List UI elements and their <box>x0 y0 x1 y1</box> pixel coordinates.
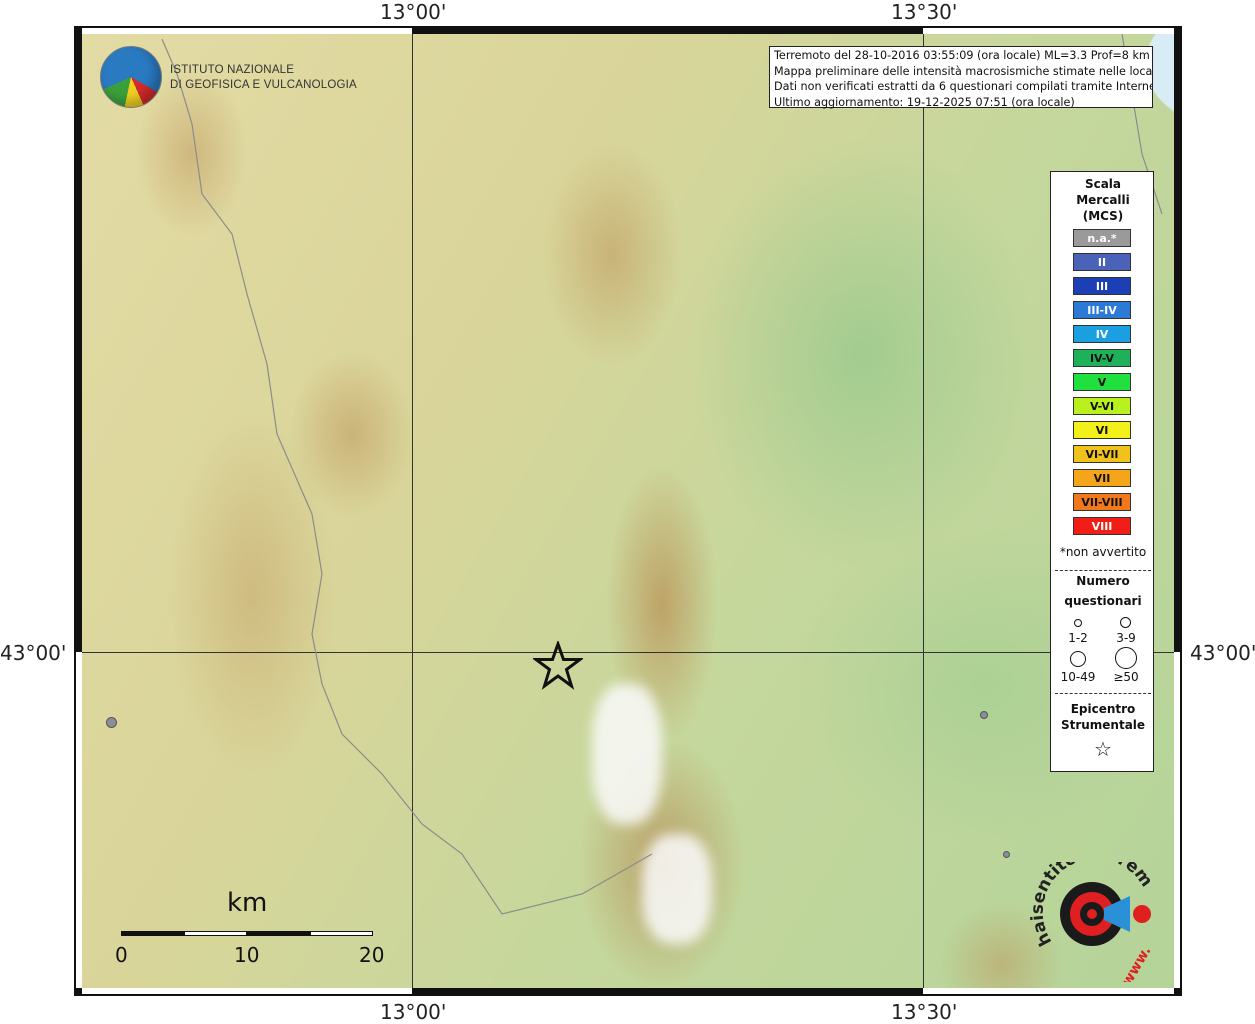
scalebar-segment <box>310 931 373 936</box>
legend-note: *non avvertito <box>1059 545 1147 559</box>
event-info-line-4: Ultimo aggiornamento: 19-12-2025 07:51 (… <box>774 95 1075 109</box>
frame-right-white-bottom <box>1174 652 1180 988</box>
coord-right-mid: 43°00' <box>1190 641 1255 665</box>
legend-epicenter-title-2: Strumentale <box>1060 718 1146 732</box>
epicenter-star-icon[interactable] <box>533 641 583 691</box>
hai-sentito-logo-graphic: haisentitoilterremoto.it www. <box>1024 844 1156 989</box>
scalebar-segment <box>247 931 310 936</box>
circle-size-1-2 <box>1074 619 1082 627</box>
hai-sentito-www: www. <box>1119 944 1154 982</box>
scalebar-tick-10: 10 <box>234 943 260 967</box>
legend-swatch: IV <box>1073 325 1131 343</box>
coord-bottom-left: 13°00' <box>380 1000 447 1024</box>
circle-size-50 <box>1115 647 1137 669</box>
event-info-line-1: Terremoto del 28-10-2016 03:55:09 (ora l… <box>774 49 1150 62</box>
scalebar-tick-0: 0 <box>115 943 128 967</box>
event-info-line-2: Mappa preliminare delle intensità macros… <box>774 64 1152 78</box>
legend-swatch: V <box>1073 373 1131 391</box>
scalebar-segment <box>121 931 184 936</box>
event-dot[interactable] <box>106 717 117 728</box>
coord-top-right: 13°30' <box>891 0 958 24</box>
frame-bottom-white-left <box>82 988 412 994</box>
scalebar-unit: km <box>227 888 268 918</box>
legend-swatch: n.a.* <box>1073 229 1131 247</box>
event-dot[interactable] <box>980 711 988 719</box>
coord-top-left: 13°00' <box>380 0 447 24</box>
legend-number-title-1: Numero <box>1076 574 1130 588</box>
logo-line-2: DI GEOFISICA E VULCANOLOGIA <box>170 79 357 91</box>
frame-bottom-white-right <box>923 988 1174 994</box>
logo-line-1: ISTITUTO NAZIONALE <box>170 64 295 76</box>
legend-swatch: V-VI <box>1073 397 1131 415</box>
scalebar-tick-20: 20 <box>359 943 385 967</box>
legend-divider <box>1055 693 1151 694</box>
legend-title-3: (MCS) <box>1082 209 1124 223</box>
scalebar-segment <box>184 931 247 936</box>
legend-count-1: 1-2 <box>1068 631 1088 645</box>
legend-divider <box>1055 570 1151 571</box>
legend-swatch: III-IV <box>1073 301 1131 319</box>
legend-title-2: Mercalli <box>1076 193 1130 207</box>
circle-size-10-49 <box>1070 651 1086 667</box>
legend-swatch: III <box>1073 277 1131 295</box>
legend-swatch: VI <box>1073 421 1131 439</box>
mcs-legend: Scala Mercalli (MCS) n.a.* II III III-IV IV I… <box>1050 171 1154 772</box>
legend-swatch: VII <box>1073 469 1131 487</box>
globe-icon <box>100 46 162 108</box>
legend-count-3: 10-49 <box>1060 670 1096 684</box>
legend-swatch: VII-VIII <box>1073 493 1131 511</box>
legend-swatch: VIII <box>1073 517 1131 535</box>
legend-star-icon: ☆ <box>1094 737 1112 761</box>
legend-epicenter-title-1: Epicentro <box>1070 702 1136 716</box>
legend-count-2: 3-9 <box>1116 631 1136 645</box>
event-info-box: Terremoto del 28-10-2016 03:55:09 (ora l… <box>769 46 1153 109</box>
event-info-line-3: Dati non verificati estratti da 6 questi… <box>774 80 1152 93</box>
regional-boundary <box>161 34 1163 915</box>
legend-count-4: ≥50 <box>1113 670 1139 684</box>
coord-bottom-right: 13°30' <box>891 1000 958 1024</box>
circle-size-3-9 <box>1120 617 1131 628</box>
legend-swatch: VI-VII <box>1073 445 1131 463</box>
legend-number-title-2: questionari <box>1064 594 1142 608</box>
legend-swatch: IV-V <box>1073 349 1131 367</box>
hai-sentito-logo[interactable]: haisentitoilterremoto.it www. <box>1024 844 1160 989</box>
event-dot[interactable] <box>1003 851 1010 858</box>
legend-swatch: II <box>1073 253 1131 271</box>
legend-title-1: Scala <box>1084 177 1122 191</box>
coord-left-mid: 43°00' <box>0 641 67 665</box>
relief-map[interactable] <box>82 34 1174 988</box>
